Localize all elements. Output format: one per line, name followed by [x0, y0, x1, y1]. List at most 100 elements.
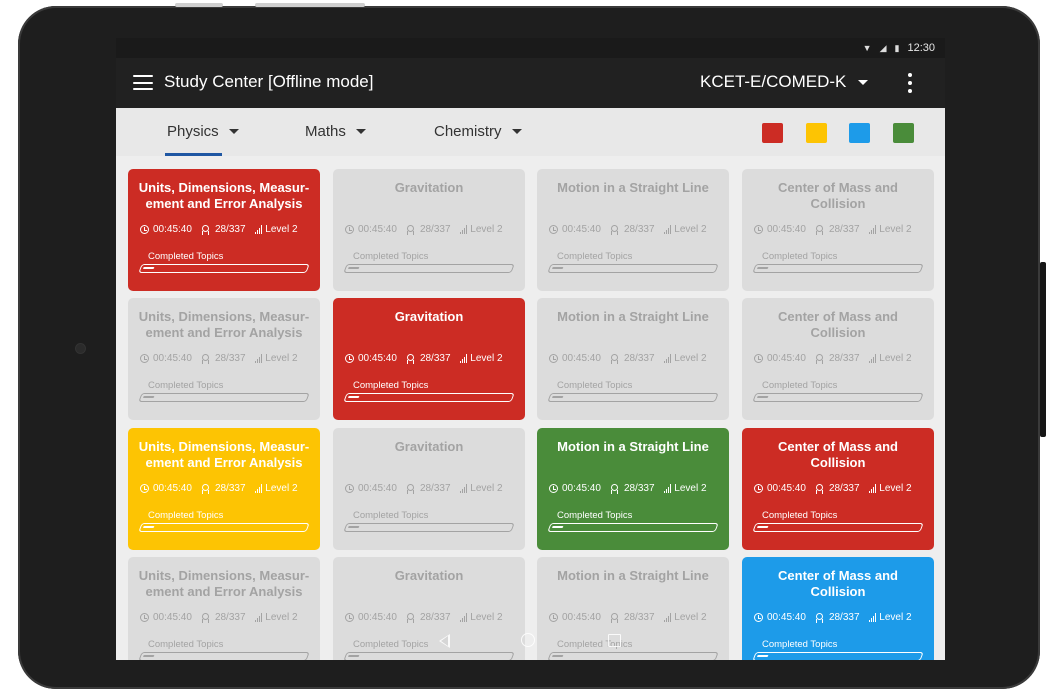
topic-stats: 00:45:40 28/337 Level 2 — [549, 483, 723, 494]
more-options-icon[interactable] — [907, 73, 913, 93]
award-icon — [201, 353, 210, 364]
signal-icon: ◢ — [879, 42, 887, 53]
chevron-down-icon — [355, 129, 366, 134]
topic-card[interactable]: Gravitation 00:45:40 28/337 Level 2 Complete… — [333, 298, 525, 420]
progress-label: Completed Topics — [557, 251, 633, 262]
topic-card[interactable]: Center of Mass and Collision 00:45:40 28/3… — [742, 298, 934, 420]
progress-label: Completed Topics — [148, 380, 224, 391]
progress-fill — [756, 396, 769, 398]
topic-card[interactable]: Motion in a Straight Line 00:45:40 28/337 L… — [537, 298, 729, 420]
topic-card[interactable]: Center of Mass and Collision 00:45:40 28/3… — [742, 428, 934, 550]
topic-score: 28/337 — [623, 353, 655, 364]
topic-title: Units, Dimensions, Measur-ement and Erro… — [138, 180, 310, 211]
topic-time: 00:45:40 — [562, 353, 601, 364]
tab-label: Chemistry — [434, 123, 502, 140]
wifi-icon: ▼ — [862, 43, 872, 53]
topic-time: 00:45:40 — [153, 612, 192, 623]
filter-yellow[interactable] — [806, 123, 827, 143]
topic-score: 28/337 — [214, 353, 246, 364]
award-icon — [406, 483, 415, 494]
topic-title: Units, Dimensions, Measur-ement and Erro… — [138, 309, 310, 340]
topic-card[interactable]: Motion in a Straight Line 00:45:40 28/337 L… — [537, 169, 729, 291]
topic-title: Center of Mass and Collision — [778, 309, 898, 340]
chevron-down-icon — [858, 79, 869, 85]
award-icon — [406, 353, 415, 364]
screen: ▼ ◢ ▮ 12:30 Study Center [Offline mode] … — [116, 38, 945, 660]
topic-score: 28/337 — [828, 612, 860, 623]
topic-level: Level 2 — [879, 612, 912, 623]
topic-score: 28/337 — [214, 224, 246, 235]
recents-icon[interactable] — [608, 634, 621, 647]
exam-selector[interactable]: KCET-E/COMED-K — [700, 72, 869, 92]
level-signal-icon — [459, 484, 468, 493]
topic-score: 28/337 — [419, 353, 451, 364]
progress-bar — [343, 393, 515, 402]
clock-icon — [345, 354, 354, 363]
topic-level: Level 2 — [674, 224, 707, 235]
topic-time: 00:45:40 — [767, 224, 806, 235]
topic-stats: 00:45:40 28/337 Level 2 — [754, 483, 928, 494]
award-icon — [815, 353, 824, 364]
clock-icon — [754, 354, 763, 363]
progress-bar — [752, 523, 924, 532]
topic-title: Motion in a Straight Line — [557, 309, 709, 324]
topic-card[interactable]: Units, Dimensions, Measur-ement and Erro… — [128, 298, 320, 420]
progress-fill — [551, 526, 564, 528]
topic-card[interactable]: Units, Dimensions, Measur-ement and Erro… — [128, 428, 320, 550]
topic-stats: 00:45:40 28/337 Level 2 — [549, 612, 723, 623]
topic-level: Level 2 — [470, 224, 503, 235]
camera-icon — [76, 344, 85, 353]
progress-fill — [347, 396, 360, 398]
topic-score: 28/337 — [419, 612, 451, 623]
tab-physics[interactable]: Physics — [167, 123, 239, 140]
progress-label: Completed Topics — [762, 251, 838, 262]
award-icon — [610, 483, 619, 494]
filter-green[interactable] — [893, 123, 914, 143]
clock-icon — [549, 484, 558, 493]
topic-stats: 00:45:40 28/337 Level 2 — [345, 353, 519, 364]
topic-score: 28/337 — [828, 483, 860, 494]
power-button — [255, 3, 365, 7]
topic-level: Level 2 — [470, 353, 503, 364]
award-icon — [406, 612, 415, 623]
topic-title: Units, Dimensions, Measur-ement and Erro… — [138, 439, 310, 470]
award-icon — [815, 612, 824, 623]
back-icon[interactable] — [439, 634, 450, 648]
tab-maths[interactable]: Maths — [305, 123, 366, 140]
topic-time: 00:45:40 — [358, 483, 397, 494]
topic-level: Level 2 — [674, 612, 707, 623]
filter-blue[interactable] — [849, 123, 870, 143]
topic-card[interactable]: Motion in a Straight Line 00:45:40 28/337 L… — [537, 428, 729, 550]
topic-card[interactable]: Center of Mass and Collision 00:45:40 28/3… — [742, 169, 934, 291]
progress-bar — [547, 393, 719, 402]
progress-fill — [551, 396, 564, 398]
progress-label: Completed Topics — [353, 510, 429, 521]
filter-red[interactable] — [762, 123, 783, 143]
progress-fill — [756, 526, 769, 528]
progress-fill — [551, 267, 564, 269]
topic-level: Level 2 — [265, 353, 298, 364]
level-signal-icon — [663, 354, 672, 363]
topic-level: Level 2 — [879, 483, 912, 494]
clock-icon — [549, 613, 558, 622]
topic-level: Level 2 — [674, 483, 707, 494]
topic-title: Center of Mass and Collision — [778, 439, 898, 470]
topic-card[interactable]: Gravitation 00:45:40 28/337 Level 2 Complete… — [333, 428, 525, 550]
level-signal-icon — [663, 484, 672, 493]
topic-stats: 00:45:40 28/337 Level 2 — [140, 612, 314, 623]
award-icon — [610, 224, 619, 235]
chevron-down-icon — [228, 129, 239, 134]
topic-time: 00:45:40 — [562, 612, 601, 623]
progress-fill — [142, 267, 155, 269]
level-signal-icon — [459, 225, 468, 234]
tab-label: Physics — [167, 123, 219, 140]
topic-card[interactable]: Gravitation 00:45:40 28/337 Level 2 Complete… — [333, 169, 525, 291]
topic-level: Level 2 — [470, 612, 503, 623]
topic-card[interactable]: Units, Dimensions, Measur-ement and Erro… — [128, 169, 320, 291]
award-icon — [201, 224, 210, 235]
home-icon[interactable] — [521, 633, 535, 647]
status-bar: ▼ ◢ ▮ 12:30 — [116, 38, 945, 58]
menu-icon[interactable] — [133, 75, 153, 90]
tab-chemistry[interactable]: Chemistry — [434, 123, 522, 140]
battery-icon: ▮ — [894, 42, 900, 53]
